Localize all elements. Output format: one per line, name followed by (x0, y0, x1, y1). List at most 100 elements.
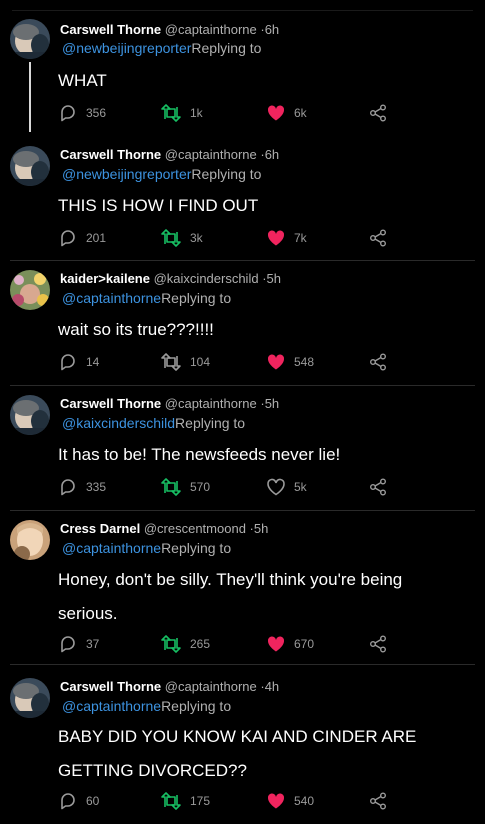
heart-icon (266, 477, 286, 497)
replying-to: @kaixcinderschildReplying to (62, 415, 245, 431)
like-button[interactable]: 6k (266, 103, 307, 123)
retweet-button[interactable]: 1k (160, 103, 203, 123)
retweet-button[interactable]: 265 (160, 634, 210, 654)
share-button[interactable] (368, 634, 388, 654)
heart-icon (266, 103, 286, 123)
reply-button[interactable]: 356 (58, 103, 106, 123)
author-handle[interactable]: @crescentmoond (144, 521, 246, 536)
author-name[interactable]: kaider>kailene (60, 271, 150, 286)
tweet-text-line: GETTING DIVORCED?? (58, 761, 247, 780)
timestamp[interactable]: ·4h (260, 679, 279, 694)
share-button[interactable] (368, 228, 388, 248)
reply-button[interactable]: 14 (58, 352, 99, 372)
like-count: 7k (294, 231, 307, 245)
avatar[interactable] (10, 678, 50, 718)
author-name[interactable]: Carswell Thorne (60, 22, 161, 37)
mention-link[interactable]: @newbeijingreporter (62, 40, 191, 56)
like-button[interactable]: 670 (266, 634, 314, 654)
reply-button[interactable]: 60 (58, 791, 99, 811)
avatar[interactable] (10, 270, 50, 310)
mention-link[interactable]: @captainthorne (62, 698, 161, 714)
tweet-text: BABY DID YOU KNOW KAI AND CINDER ARE GET… (58, 720, 468, 788)
author-name[interactable]: Carswell Thorne (60, 147, 161, 162)
tweet[interactable]: Carswell Thorne @captainthorne ·6h @newb… (0, 137, 485, 261)
tweet-actions: 60 175 540 (58, 791, 458, 811)
share-button[interactable] (368, 103, 388, 123)
replying-label: Replying to (161, 540, 232, 556)
mention-link[interactable]: @captainthorne (62, 540, 161, 556)
tweet-actions: 37 265 670 (58, 634, 458, 654)
author-name[interactable]: Carswell Thorne (60, 396, 161, 411)
tweet[interactable]: Carswell Thorne @captainthorne ·4h @capt… (0, 665, 485, 824)
retweet-icon (160, 634, 182, 654)
tweet-text: THIS IS HOW I FIND OUT (58, 189, 468, 223)
reply-icon (58, 103, 78, 123)
author-handle[interactable]: @captainthorne (165, 147, 257, 162)
timestamp[interactable]: ·6h (260, 22, 279, 37)
replying-to: @captainthorneReplying to (62, 290, 231, 306)
reply-count: 356 (86, 106, 107, 120)
reply-button[interactable]: 201 (58, 228, 106, 248)
author-handle[interactable]: @captainthorne (165, 396, 257, 411)
tweet-actions: 201 3k 7k (58, 228, 458, 248)
mention-link[interactable]: @captainthorne (62, 290, 161, 306)
tweet-actions: 14 104 548 (58, 352, 458, 372)
like-button[interactable]: 540 (266, 791, 314, 811)
reply-count: 335 (86, 480, 107, 494)
reply-button[interactable]: 37 (58, 634, 99, 654)
timestamp[interactable]: ·5h (250, 521, 269, 536)
tweet-text-line: BABY DID YOU KNOW KAI AND CINDER ARE (58, 727, 417, 746)
replying-to: @captainthorneReplying to (62, 698, 231, 714)
tweet-text-line: It has to be! The newsfeeds never lie! (58, 445, 341, 464)
tweet-text: WHAT (58, 64, 468, 98)
tweet-header: Carswell Thorne @captainthorne ·4h (60, 679, 279, 694)
avatar[interactable] (10, 520, 50, 560)
author-name[interactable]: Carswell Thorne (60, 679, 161, 694)
reply-count: 14 (86, 355, 100, 369)
heart-icon (266, 791, 286, 811)
tweet[interactable]: Cress Darnel @crescentmoond ·5h @captain… (0, 511, 485, 665)
like-count: 5k (294, 480, 307, 494)
author-handle[interactable]: @captainthorne (165, 679, 257, 694)
tweet[interactable]: Carswell Thorne @captainthorne ·6h @newb… (0, 0, 485, 137)
like-button[interactable]: 7k (266, 228, 307, 248)
tweet-text-line: THIS IS HOW I FIND OUT (58, 196, 259, 215)
retweet-button[interactable]: 104 (160, 352, 210, 372)
tweet[interactable]: Carswell Thorne @captainthorne ·5h @kaix… (0, 386, 485, 511)
replying-label: Replying to (175, 415, 246, 431)
reply-count: 201 (86, 231, 107, 245)
mention-link[interactable]: @newbeijingreporter (62, 166, 191, 182)
tweet[interactable]: kaider>kailene @kaixcinderschild ·5h @ca… (0, 261, 485, 386)
heart-icon (266, 352, 286, 372)
tweet-text: Honey, don't be silly. They'll think you… (58, 563, 468, 631)
like-button[interactable]: 548 (266, 352, 314, 372)
avatar[interactable] (10, 146, 50, 186)
tweet-actions: 335 570 5k (58, 477, 458, 497)
reply-icon (58, 477, 78, 497)
avatar[interactable] (10, 19, 50, 59)
share-button[interactable] (368, 352, 388, 372)
tweet-header: kaider>kailene @kaixcinderschild ·5h (60, 271, 281, 286)
timestamp[interactable]: ·5h (262, 271, 281, 286)
timestamp[interactable]: ·6h (260, 147, 279, 162)
author-handle[interactable]: @captainthorne (165, 22, 257, 37)
share-button[interactable] (368, 791, 388, 811)
timestamp[interactable]: ·5h (260, 396, 279, 411)
retweet-button[interactable]: 570 (160, 477, 210, 497)
like-button[interactable]: 5k (266, 477, 307, 497)
tweet-text-line: WHAT (58, 71, 107, 90)
share-button[interactable] (368, 477, 388, 497)
tweet-header: Carswell Thorne @captainthorne ·6h (60, 22, 279, 37)
tweet-text-line: wait so its true???!!!! (58, 320, 214, 339)
retweet-icon (160, 477, 182, 497)
author-handle[interactable]: @kaixcinderschild (154, 271, 259, 286)
like-count: 540 (294, 794, 315, 808)
author-name[interactable]: Cress Darnel (60, 521, 140, 536)
retweet-button[interactable]: 3k (160, 228, 203, 248)
reply-button[interactable]: 335 (58, 477, 106, 497)
reply-icon (58, 352, 78, 372)
avatar[interactable] (10, 395, 50, 435)
retweet-button[interactable]: 175 (160, 791, 210, 811)
mention-link[interactable]: @kaixcinderschild (62, 415, 175, 431)
share-icon (368, 634, 388, 654)
